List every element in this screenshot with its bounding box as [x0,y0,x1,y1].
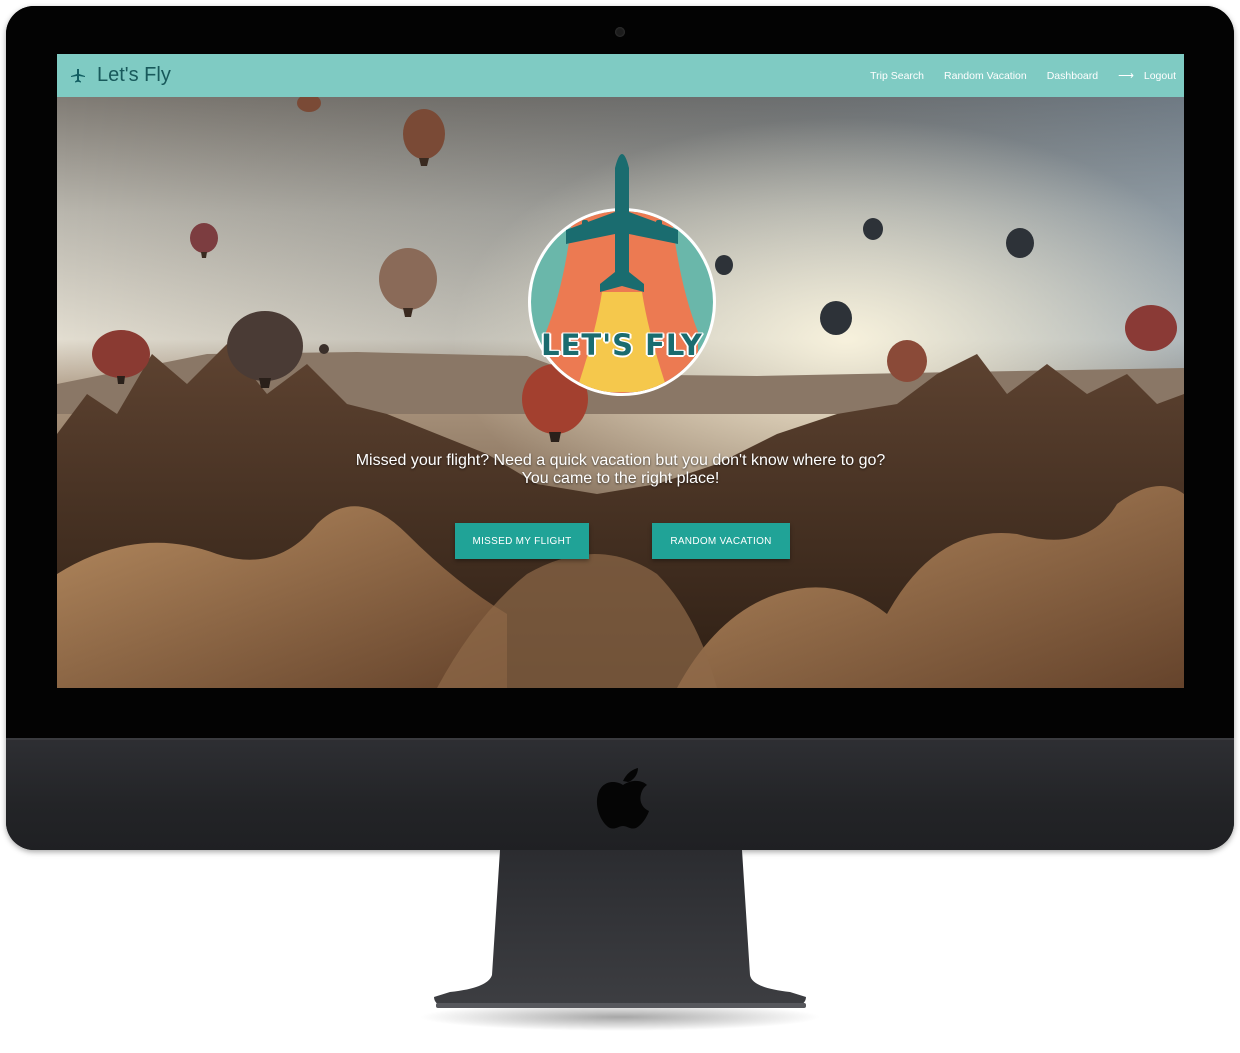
random-vacation-button[interactable]: Random vacation [652,523,790,559]
nav-link-random-vacation[interactable]: Random Vacation [944,70,1027,82]
top-navbar: Let's Fly Trip Search Random Vacation Da… [57,54,1184,97]
hero-tagline: Missed your flight? Need a quick vacatio… [57,452,1184,488]
arrow-right-icon: ⟶ [1118,70,1134,82]
nav-link-logout[interactable]: ⟶ Logout [1118,69,1176,83]
logout-label: Logout [1143,69,1176,82]
logo-text: LET'S FLY [541,328,703,362]
camera-dot [615,27,625,37]
nav-link-dashboard[interactable]: Dashboard [1047,70,1098,82]
brand-name: Let's Fly [97,64,171,86]
app-screen: Let's Fly Trip Search Random Vacation Da… [57,54,1184,688]
chin-divider [6,738,1234,740]
apple-logo-icon [596,768,649,829]
nav-links: Trip Search Random Vacation Dashboard ⟶ … [850,69,1176,83]
brand[interactable]: Let's Fly [71,64,171,87]
tagline-line-1: Missed your flight? Need a quick vacatio… [355,452,886,469]
nav-link-trip-search[interactable]: Trip Search [870,70,924,82]
airplane-icon [71,68,85,82]
tagline-line-2: You came to the right place! [521,470,720,487]
lets-fly-logo: LET'S FLY [526,142,718,400]
missed-my-flight-button[interactable]: Missed my flight [455,523,589,559]
